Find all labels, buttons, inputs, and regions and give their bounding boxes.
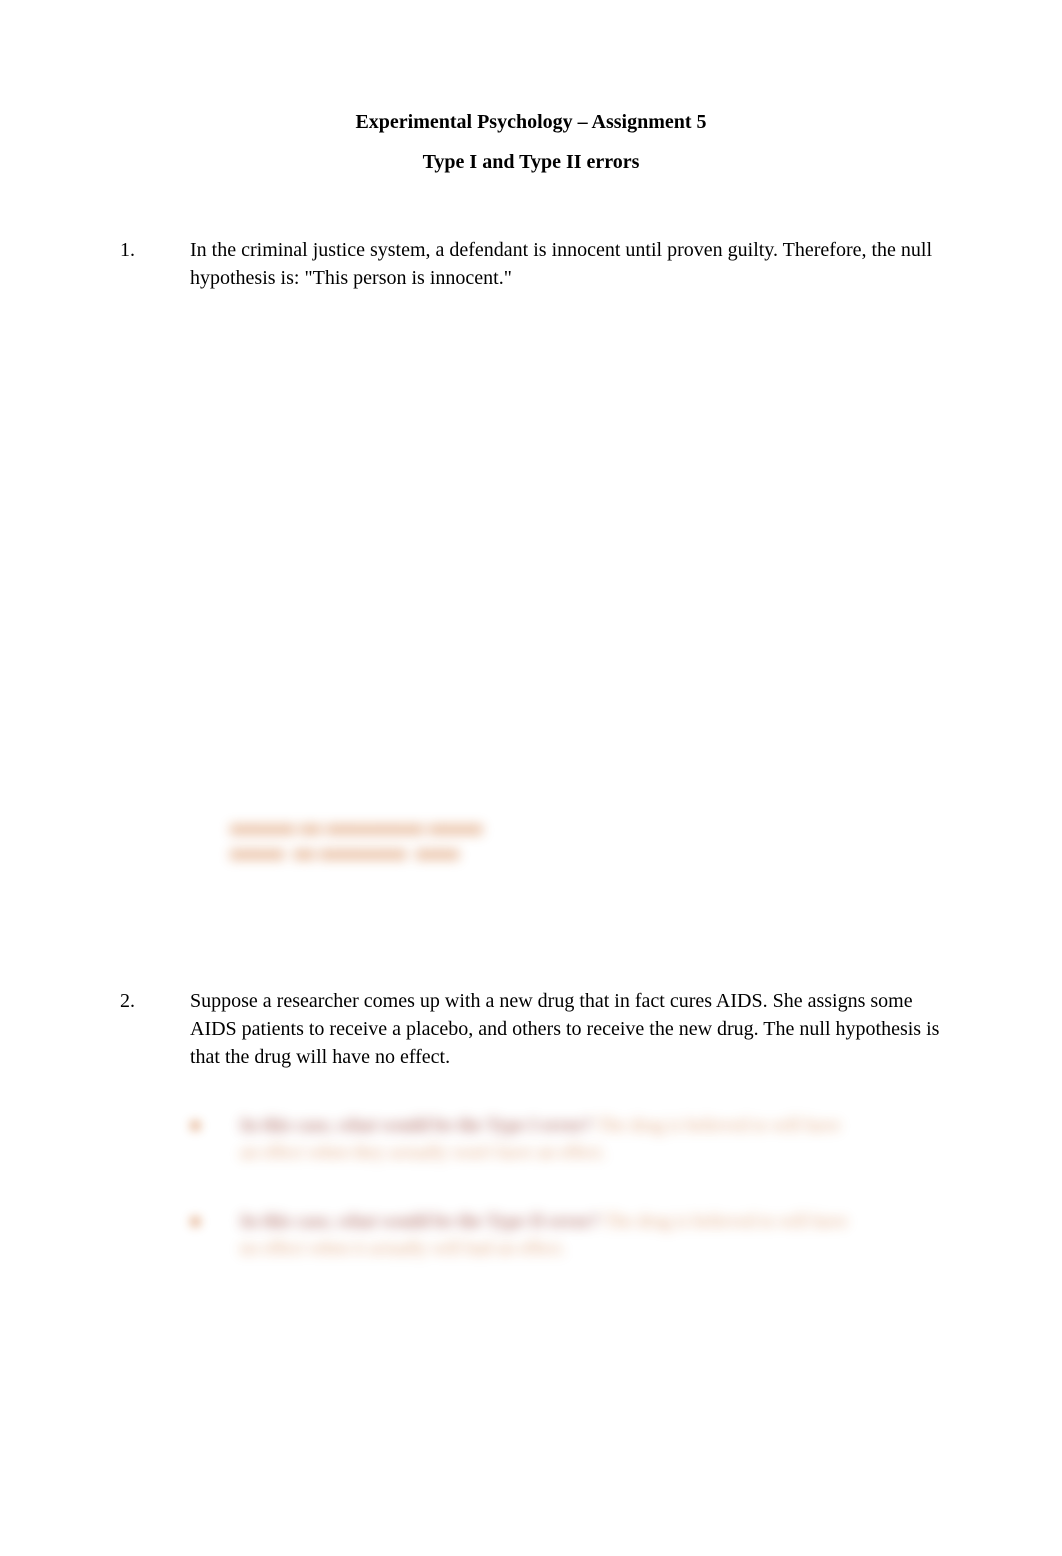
obscured-sub-line: In this case, what would be the Type I e…: [240, 1113, 942, 1140]
obscured-content-block: ■■■■■■ ■■ ■■■■■■■■■ ■■■■■ ■■■■■ ■■ ■■■■■…: [230, 817, 942, 867]
obscured-sub-number: ■: [190, 1209, 240, 1263]
obscured-line: ■■■■■ ■■ ■■■■■■■■ ■■■■: [230, 842, 942, 867]
document-title: Experimental Psychology – Assignment 5: [120, 108, 942, 136]
obscured-sub-line: In this case, what would be the Type II …: [240, 1209, 942, 1236]
question-2-text: Suppose a researcher comes up with a new…: [190, 987, 942, 1071]
obscured-sub-number: ■: [190, 1113, 240, 1167]
spacer: [120, 332, 942, 897]
question-2-number: 2.: [120, 987, 190, 1262]
obscured-answer-text: The drug is believed to will have: [600, 1212, 848, 1232]
question-2-sub-2: ■ In this case, what would be the Type I…: [190, 1209, 942, 1263]
question-2: 2. Suppose a researcher comes up with a …: [120, 987, 942, 1262]
question-1-number: 1.: [120, 236, 190, 292]
obscured-line: ■■■■■■ ■■ ■■■■■■■■■ ■■■■■: [230, 817, 942, 842]
question-1-text: In the criminal justice system, a defend…: [190, 236, 942, 292]
obscured-sub-line: an effect when they actually won't have …: [240, 1140, 942, 1167]
obscured-prompt-text: In this case, what would be the Type I e…: [240, 1116, 593, 1136]
question-1: 1. In the criminal justice system, a def…: [120, 236, 942, 292]
document-header: Experimental Psychology – Assignment 5 T…: [120, 108, 942, 176]
obscured-prompt-text: In this case, what would be the Type II …: [240, 1212, 600, 1232]
obscured-sub-line: no effect when it actually will had an e…: [240, 1236, 942, 1263]
obscured-answer-text: The drug is believed to will have: [593, 1116, 841, 1136]
document-subtitle: Type I and Type II errors: [120, 148, 942, 176]
question-2-sub-1: ■ In this case, what would be the Type I…: [190, 1113, 942, 1167]
